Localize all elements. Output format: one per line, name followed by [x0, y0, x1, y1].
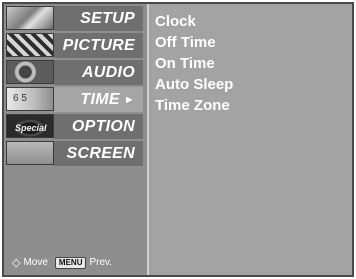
submenu-item-off-time[interactable]: Off Time — [155, 33, 216, 53]
submenu-item-on-time[interactable]: On Time — [155, 54, 215, 74]
setup-thumbnail — [6, 6, 54, 30]
move-icon: ◇ — [12, 257, 21, 269]
osd-screen: SETUP PICTURE AUDIO 6 5 TIME ► Special O… — [0, 0, 356, 279]
time-submenu: Clock Off Time On Time Auto Sleep Time Z… — [149, 4, 352, 275]
menu-item-label: SETUP — [80, 10, 135, 27]
time-thumbnail: 6 5 — [6, 87, 54, 111]
menu-item-setup[interactable]: SETUP — [6, 6, 143, 31]
audio-thumbnail — [6, 60, 54, 84]
menu-item-screen[interactable]: SCREEN — [6, 141, 143, 166]
screen-thumbnail — [6, 141, 54, 165]
menu-item-label: SCREEN — [66, 145, 135, 162]
menu-key-icon: MENU — [54, 256, 87, 269]
menu-item-time[interactable]: 6 5 TIME ► — [6, 87, 143, 112]
option-thumbnail-text: Special — [15, 123, 47, 133]
menu-item-label: AUDIO — [81, 64, 135, 81]
menu-item-picture[interactable]: PICTURE — [6, 33, 143, 58]
submenu-item-clock[interactable]: Clock — [155, 12, 196, 32]
menu-item-label: PICTURE — [62, 37, 135, 54]
footer-hints: ◇ Move MENU Prev. — [12, 256, 112, 269]
submenu-item-auto-sleep[interactable]: Auto Sleep — [155, 75, 233, 95]
picture-thumbnail — [6, 33, 54, 57]
menu-item-label-text: TIME — [80, 91, 120, 108]
prev-label: Prev. — [89, 257, 113, 268]
menu-item-option[interactable]: Special OPTION — [6, 114, 143, 139]
osd-frame: SETUP PICTURE AUDIO 6 5 TIME ► Special O… — [2, 2, 354, 277]
main-menu: SETUP PICTURE AUDIO 6 5 TIME ► Special O… — [4, 4, 149, 275]
menu-item-label: TIME ► — [80, 88, 135, 111]
time-thumbnail-text: 6 5 — [13, 93, 27, 104]
move-label: Move — [23, 257, 48, 268]
submenu-item-time-zone[interactable]: Time Zone — [155, 96, 230, 116]
arrow-right-icon: ► — [123, 94, 135, 106]
menu-item-audio[interactable]: AUDIO — [6, 60, 143, 85]
menu-item-label: OPTION — [71, 118, 135, 135]
option-thumbnail: Special — [6, 114, 54, 138]
